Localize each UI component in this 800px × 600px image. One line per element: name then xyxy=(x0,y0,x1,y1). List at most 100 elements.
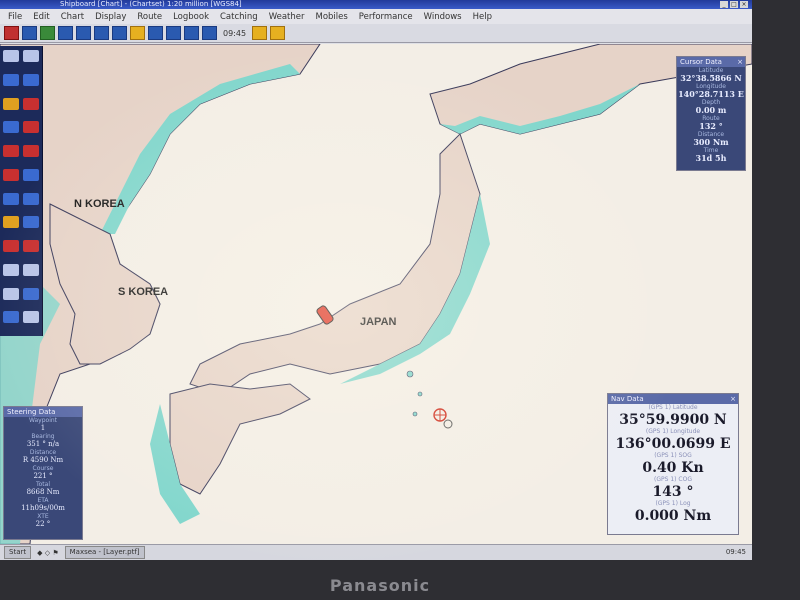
menu-weather[interactable]: Weather xyxy=(269,12,305,22)
title-bar: Shipboard [Chart] - (Chartset) 1:20 mill… xyxy=(0,0,752,9)
curve-tool-icon[interactable] xyxy=(22,192,39,205)
maximize-button[interactable]: □ xyxy=(730,1,738,8)
mark-tool-icon[interactable] xyxy=(3,97,19,110)
forward-arrow-icon[interactable] xyxy=(270,26,286,40)
line-tool-icon[interactable] xyxy=(3,168,19,181)
chart-tool-icon[interactable] xyxy=(22,311,39,324)
nav-cog-value: 143 ° xyxy=(652,484,694,500)
steer-xte-value: 22 ° xyxy=(35,520,51,528)
nav-lat-value: 35°59.9900 N xyxy=(619,412,727,428)
cursor-data-header: Cursor Data × xyxy=(677,57,745,67)
select-tool-icon[interactable] xyxy=(3,50,19,62)
event-tool-icon[interactable] xyxy=(22,97,39,110)
taskbar: Start ◆ ◇ ⚑ Maxsea - [Layer.ptf] 09:45 xyxy=(0,544,752,560)
cursor-distance-value: 300 Nm xyxy=(693,137,729,147)
menu-help[interactable]: Help xyxy=(473,12,492,22)
hand-tool-icon[interactable] xyxy=(22,121,39,134)
nav-data-title: Nav Data xyxy=(611,395,644,403)
steering-data-panel[interactable]: Steering Data Waypoint 1 Bearing 351 ° n/a… xyxy=(3,406,83,540)
zoom-out-icon[interactable] xyxy=(22,73,39,86)
monitor-brand-logo: Panasonic xyxy=(329,576,431,595)
grid-icon[interactable] xyxy=(76,26,91,40)
steering-data-header: Steering Data xyxy=(4,407,82,417)
zoom-icon[interactable] xyxy=(112,26,127,40)
display-icon[interactable] xyxy=(166,26,181,40)
close-button[interactable]: × xyxy=(740,1,748,8)
zoom-in-icon[interactable] xyxy=(3,73,19,86)
menu-route[interactable]: Route xyxy=(137,12,162,22)
steer-waypoint-label: Waypoint xyxy=(28,417,58,424)
minimize-button[interactable]: _ xyxy=(720,1,728,8)
layers-icon[interactable] xyxy=(58,26,73,40)
text-tool-icon[interactable] xyxy=(3,216,19,229)
cursor-lat-value: 32°38.5866 N xyxy=(680,73,742,83)
layer-tool-icon[interactable] xyxy=(3,263,19,276)
map-label-japan: JAPAN xyxy=(360,316,397,328)
screen: Shipboard [Chart] - (Chartset) 1:20 mill… xyxy=(0,0,752,560)
image-tool-icon[interactable] xyxy=(3,287,19,300)
delete-tool-icon[interactable] xyxy=(3,240,19,252)
cursor-route-value: 132 ° xyxy=(699,121,723,131)
flag-tool-icon[interactable] xyxy=(22,240,39,252)
start-button[interactable]: Start xyxy=(4,546,32,559)
menu-display[interactable]: Display xyxy=(95,12,126,22)
map-label-n-korea: N KOREA xyxy=(74,198,125,210)
menu-edit[interactable]: Edit xyxy=(33,12,49,22)
steer-eta-value: 11h09s/00m xyxy=(21,504,65,512)
nav-data-panel[interactable]: Nav Data × (GPS 1) Latitude 35°59.9900 N … xyxy=(607,393,739,535)
route-icon[interactable] xyxy=(130,26,145,40)
menu-logbook[interactable]: Logbook xyxy=(173,12,209,22)
steer-total-label: Total xyxy=(35,481,50,488)
island xyxy=(417,391,423,397)
window-title: Shipboard [Chart] - (Chartset) 1:20 mill… xyxy=(60,0,242,8)
chart-icon[interactable] xyxy=(40,26,55,40)
circle-tool-icon[interactable] xyxy=(3,145,19,157)
menu-mobiles[interactable]: Mobiles xyxy=(315,12,347,22)
tray-clock: 09:45 xyxy=(725,548,746,556)
brush-tool-icon[interactable] xyxy=(22,216,39,229)
arrow-tool-icon[interactable] xyxy=(3,192,19,205)
menu-catching[interactable]: Catching xyxy=(220,12,258,22)
map-label-s-korea: S KOREA xyxy=(118,286,169,298)
menu-file[interactable]: File xyxy=(8,12,22,22)
route-tool-icon[interactable] xyxy=(3,121,19,134)
measure-tool-icon[interactable] xyxy=(22,168,39,181)
steer-distance-label: Distance xyxy=(29,449,57,456)
nav-sog-label: (GPS 1) SOG xyxy=(654,452,692,459)
menu-chart[interactable]: Chart xyxy=(61,12,84,22)
toolbar-time: 09:45 xyxy=(223,28,247,38)
nav-lon-label: (GPS 1) Longitude xyxy=(645,428,701,435)
cursor-time-value: 31d 5h xyxy=(695,153,727,163)
menu-performance[interactable]: Performance xyxy=(359,12,413,22)
menu-windows[interactable]: Windows xyxy=(424,12,462,22)
steer-waypoint-value: 1 xyxy=(40,424,46,432)
print-tool-icon[interactable] xyxy=(22,263,39,276)
pan-tool-icon[interactable] xyxy=(22,50,39,62)
target-tool-icon[interactable] xyxy=(22,145,39,157)
cursor-lon-value: 140°28.7113 E xyxy=(678,89,744,99)
taskbar-window-item[interactable]: Maxsea - [Layer.ptf] xyxy=(64,546,145,559)
close-icon[interactable]: × xyxy=(730,394,736,404)
ship-icon[interactable] xyxy=(148,26,163,40)
close-icon[interactable]: × xyxy=(737,57,743,67)
cursor-data-panel[interactable]: Cursor Data × Latitude 32°38.5866 N Longi… xyxy=(676,56,746,171)
nav-log-label: (GPS 1) Log xyxy=(655,500,691,507)
pencil-tool-icon[interactable] xyxy=(3,311,19,324)
nav-lon-value: 136°00.0699 E xyxy=(615,436,731,452)
back-arrow-icon[interactable] xyxy=(252,26,268,40)
island xyxy=(412,411,418,417)
steer-bearing-value: 351 ° n/a xyxy=(26,440,60,448)
quicklaunch-icon[interactable]: ◆ ◇ ⚑ xyxy=(37,549,59,557)
cursor-depth-value: 0.00 m xyxy=(695,105,727,115)
settings-icon[interactable] xyxy=(184,26,199,40)
pen-tool-icon[interactable] xyxy=(4,26,19,40)
steer-course-value: 221 ° xyxy=(33,472,53,480)
photo-tool-icon[interactable] xyxy=(22,287,39,300)
nav-cog-label: (GPS 1) COG xyxy=(654,476,692,483)
clock-icon xyxy=(202,26,217,40)
window-icon[interactable] xyxy=(94,26,109,40)
island xyxy=(406,370,414,378)
cursor-data-title: Cursor Data xyxy=(680,58,722,66)
home-icon[interactable] xyxy=(22,26,37,40)
menu-bar: File Edit Chart Display Route Logbook Ca… xyxy=(0,9,752,24)
